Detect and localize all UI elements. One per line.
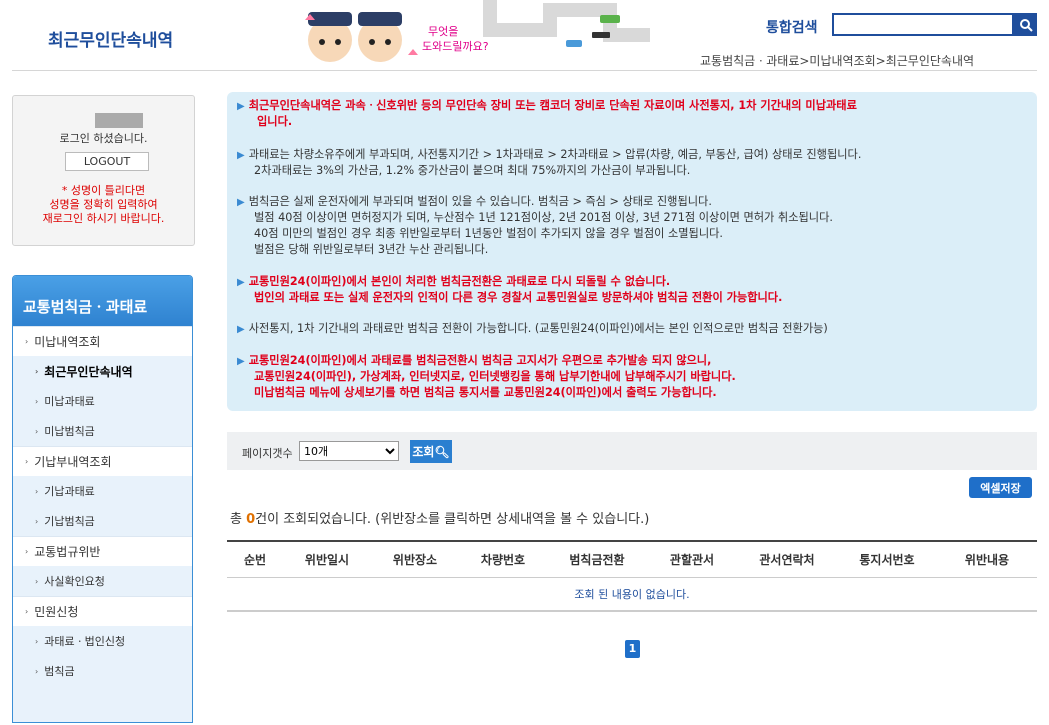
notice-line: ▶ 교통민원24(이파인)에서 과태료를 범칙금전환시 범칙금 고지서가 우편으로…	[237, 354, 712, 367]
notice-line: 40점 미만의 벌점인 경우 최종 위반일로부터 1년동안 벌점이 추가되지 않…	[254, 227, 723, 240]
table-row: 조회 된 내용이 없습니다.	[227, 577, 1037, 612]
column-header: 범칙금전환	[547, 540, 647, 578]
chevron-right-icon: ›	[35, 396, 39, 406]
result-count-number: 0	[246, 512, 256, 527]
login-warning-line1: * 성명이 틀리다면	[61, 184, 146, 197]
search-label: 통합검색	[766, 20, 818, 36]
masked-user-name	[95, 113, 143, 128]
chevron-right-icon: ›	[35, 366, 39, 376]
chevron-right-icon: ›	[25, 337, 29, 346]
notice-line: ▶ 최근무인단속내역은 과속ㆍ신호위반 등의 무인단속 장비 또는 캠코더 장비로…	[237, 99, 857, 112]
chevron-right-icon: ›	[35, 426, 39, 436]
menu-item-paid-penalty[interactable]: › 기납범칙금	[13, 506, 192, 536]
logout-button[interactable]: LOGOUT	[65, 152, 149, 171]
chevron-right-icon: ›	[35, 486, 39, 496]
notice-line: 입니다.	[257, 115, 293, 128]
excel-export-button[interactable]: 엑셀저장	[969, 477, 1032, 498]
search-icon	[1019, 18, 1033, 32]
notice-line: 벌점 40점 이상이면 면허정지가 되며, 누산점수 1년 121점이상, 2년…	[254, 211, 833, 224]
login-box: 로그인 하셨습니다. LOGOUT * 성명이 틀리다면 성명을 정확히 입력하…	[12, 95, 195, 246]
chevron-right-icon: ›	[35, 576, 39, 586]
search-input[interactable]	[832, 13, 1014, 36]
table-header-row: 순번 위반일시 위반장소 차량번호 범칙금전환 관할관서 관서연락처 통지서번호…	[227, 540, 1037, 578]
login-warning: * 성명이 틀리다면 성명을 정확히 입력하여 재로그인 하시기 바랍니다.	[13, 184, 194, 226]
header-divider	[12, 70, 1037, 71]
road-illustration	[483, 0, 650, 47]
mascot-text-line1: 무엇을	[428, 25, 458, 38]
search-button[interactable]	[1014, 13, 1037, 36]
menu-item-paid-fine[interactable]: › 기납과태료	[13, 476, 192, 506]
side-menu-list: › 미납내역조회 › 최근무인단속내역 › 미납과태료 › 미납범칙금 › 기납부내역조회…	[13, 326, 192, 686]
menu-item-civil-request[interactable]: › 민원신청	[13, 596, 192, 626]
page: 최근무인단속내역 무엇을 도와드릴까요? 통합검색 교통범칙금ㆍ과태료>미납내역…	[0, 0, 1049, 725]
column-header: 위반내용	[937, 540, 1037, 578]
page-title: 최근무인단속내역	[48, 31, 174, 51]
notice-line: ▶ 사전통지, 1차 기간내의 과태료만 범칙금 전환이 가능합니다. (교통민원…	[237, 322, 828, 335]
menu-item-paid-lookup[interactable]: › 기납부내역조회	[13, 446, 192, 476]
login-warning-line2: 성명을 정확히 입력하여	[49, 198, 158, 211]
triangle-bullet-icon: ▶	[237, 150, 245, 161]
notice-line: 미납범칙금 메뉴에 상세보기를 하면 범칙금 통지서를 교통민원24(이파인)에…	[254, 386, 717, 399]
triangle-bullet-icon: ▶	[237, 101, 245, 112]
notice-box: ▶ 최근무인단속내역은 과속ㆍ신호위반 등의 무인단속 장비 또는 캠코더 장비로…	[227, 92, 1037, 411]
notice-line: 교통민원24(이파인), 가상계좌, 인터넷지로, 인터넷뱅킹을 통해 납부기한…	[254, 370, 736, 383]
column-header: 관서연락처	[737, 540, 837, 578]
chevron-right-icon: ›	[35, 666, 39, 676]
violation-table: 순번 위반일시 위반장소 차량번호 범칙금전환 관할관서 관서연락처 통지서번호…	[227, 540, 1037, 612]
column-header: 위반장소	[371, 540, 459, 578]
query-button[interactable]: 조회🔍︎	[410, 440, 452, 463]
result-count: 총 0건이 조회되었습니다. (위반장소를 클릭하면 상세내역을 볼 수 있습니…	[230, 512, 650, 527]
menu-item-recent-unmanned[interactable]: › 최근무인단속내역	[13, 356, 192, 386]
column-header: 순번	[227, 540, 283, 578]
side-menu-title: 교통범칙금ㆍ과태료	[13, 276, 192, 326]
empty-message: 조회 된 내용이 없습니다.	[227, 577, 1037, 612]
menu-item-fact-check[interactable]: › 사실확인요청	[13, 566, 192, 596]
notice-line: ▶ 교통민원24(이파인)에서 본인이 처리한 범칙금전환은 과태료로 다시 되돌…	[237, 275, 671, 288]
chevron-right-icon: ›	[25, 457, 29, 466]
breadcrumb: 교통범칙금ㆍ과태료>미납내역조회>최근무인단속내역	[700, 54, 975, 68]
login-message: 로그인 하셨습니다.	[59, 132, 148, 145]
search-icon: 🔍︎	[434, 445, 450, 459]
triangle-bullet-icon: ▶	[237, 277, 245, 288]
column-header: 위반일시	[283, 540, 371, 578]
pagination-page-1[interactable]: 1	[625, 640, 640, 658]
menu-item-traffic-violation[interactable]: › 교통법규위반	[13, 536, 192, 566]
triangle-bullet-icon: ▶	[237, 197, 245, 208]
notice-line: 벌점은 당해 위반일로부터 3년간 누산 관리됩니다.	[254, 243, 489, 256]
page-size-label: 페이지갯수	[242, 447, 293, 460]
filter-bar: 페이지갯수 10개 조회🔍︎	[227, 432, 1037, 470]
column-header: 차량번호	[459, 540, 547, 578]
triangle-bullet-icon: ▶	[237, 324, 245, 335]
notice-line: ▶ 범칙금은 실제 운전자에게 부과되며 벌점이 있을 수 있습니다. 범칙금 >…	[237, 195, 712, 208]
side-menu: 교통범칙금ㆍ과태료 › 미납내역조회 › 최근무인단속내역 › 미납과태료 › 미납범칙…	[12, 275, 193, 723]
chevron-right-icon: ›	[25, 547, 29, 556]
menu-item-unpaid-lookup[interactable]: › 미납내역조회	[13, 326, 192, 356]
notice-line: 법인의 과태료 또는 실제 운전자의 인적이 다른 경우 경찰서 교통민원실로 …	[254, 291, 783, 304]
menu-item-unpaid-penalty[interactable]: › 미납범칙금	[13, 416, 192, 446]
login-warning-line3: 재로그인 하시기 바랍니다.	[42, 212, 165, 225]
chevron-right-icon: ›	[25, 607, 29, 616]
menu-item-unpaid-fine[interactable]: › 미납과태료	[13, 386, 192, 416]
page-size-select[interactable]: 10개	[299, 441, 399, 461]
menu-item-penalty[interactable]: › 범칙금	[13, 656, 192, 686]
menu-item-fine-corporate-request[interactable]: › 과태료ㆍ법인신청	[13, 626, 192, 656]
column-header: 관할관서	[647, 540, 737, 578]
notice-line: ▶ 과태료는 차량소유주에게 부과되며, 사전통지기간 > 1차과태료 > 2차과…	[237, 148, 862, 161]
chevron-right-icon: ›	[35, 636, 39, 646]
chevron-right-icon: ›	[35, 516, 39, 526]
column-header: 통지서번호	[837, 540, 937, 578]
triangle-bullet-icon: ▶	[237, 356, 245, 367]
notice-line: 2차과태료는 3%의 가산금, 1.2% 중가산금이 붙으며 최대 75%까지의…	[254, 164, 691, 177]
